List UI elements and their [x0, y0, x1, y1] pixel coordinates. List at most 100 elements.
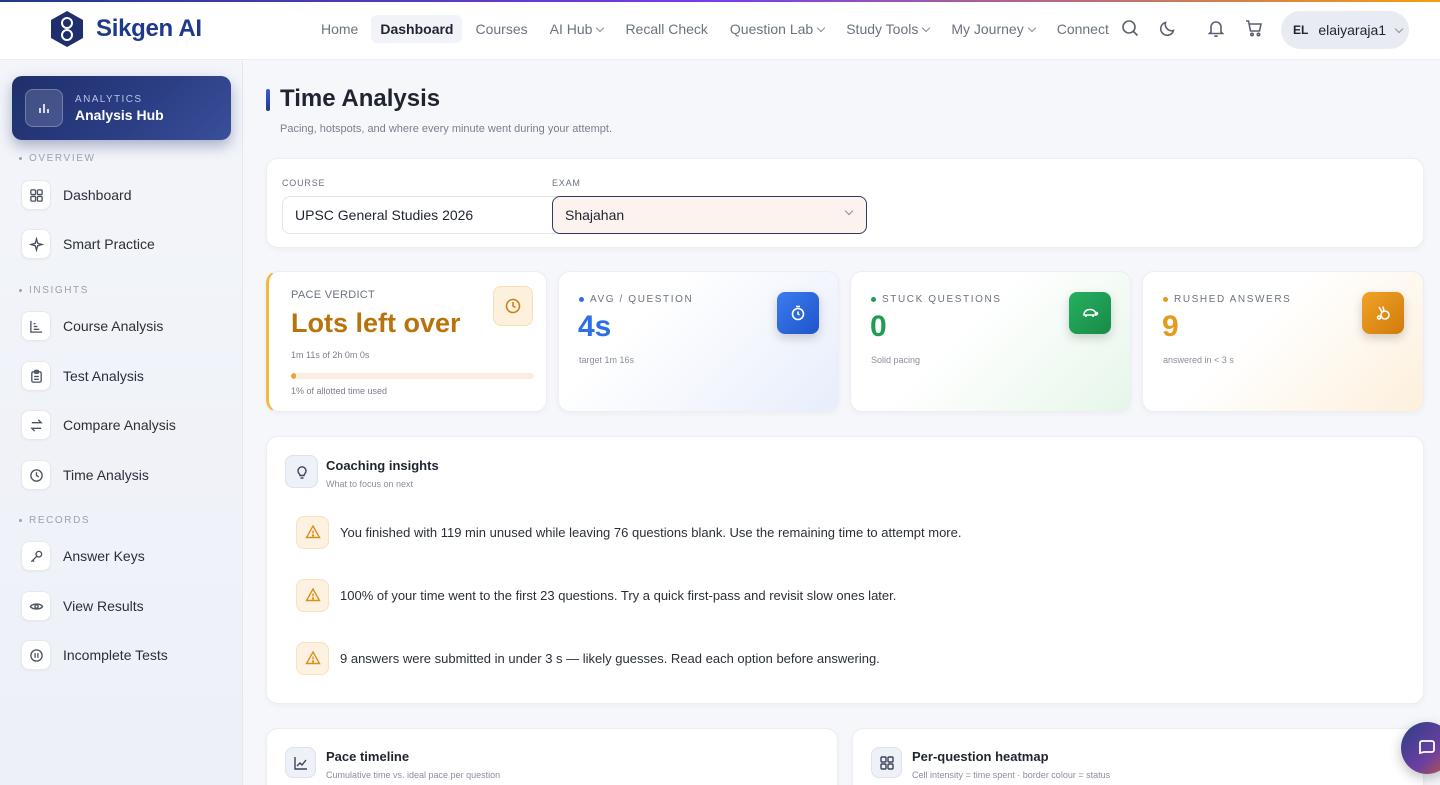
sidebar-item-label: Time Analysis — [63, 467, 149, 483]
nav-recall-check[interactable]: Recall Check — [616, 15, 716, 43]
stuck-kicker: STUCK QUESTIONS — [871, 294, 1002, 305]
swap-icon — [21, 410, 51, 440]
sidebar-item-test-analysis[interactable]: Test Analysis — [21, 359, 231, 393]
section-insights: INSIGHTS — [19, 285, 89, 296]
section-dot — [19, 519, 22, 522]
chat-icon — [1419, 740, 1435, 755]
nav-label: Home — [321, 21, 359, 37]
sidebar-item-answer-keys[interactable]: Answer Keys — [21, 539, 231, 573]
title-accent-bar — [266, 89, 270, 111]
insight-text: 9 answers were submitted in under 3 s — … — [340, 650, 880, 666]
heatmap-subtitle: Cell intensity = time spent · border col… — [912, 770, 1111, 780]
clock-icon — [21, 460, 51, 490]
user-menu[interactable]: EL elaiyaraja1 — [1281, 11, 1409, 49]
nav-label: My Journey — [951, 21, 1024, 37]
nav-study-tools[interactable]: Study Tools — [837, 15, 938, 43]
sidebar-item-label: Dashboard — [63, 187, 132, 203]
avg-note: target 1m 16s — [579, 355, 635, 365]
section-label: RECORDS — [29, 515, 91, 526]
top-navbar: Sikgen AI Home Dashboard Courses AI Hub … — [0, 0, 1440, 60]
moon-icon[interactable] — [1158, 18, 1178, 38]
pace-verdict-card: PACE VERDICT Lots left over 1m 11s of 2h… — [266, 271, 547, 412]
status-dot — [871, 297, 876, 302]
avg-kicker: AVG / QUESTION — [579, 294, 693, 305]
rushed-kicker-text: RUSHED ANSWERS — [1174, 294, 1292, 305]
sidebar-item-time-analysis[interactable]: Time Analysis — [21, 458, 231, 492]
sidebar-item-view-results[interactable]: View Results — [21, 589, 231, 623]
insight-item: 100% of your time went to the first 23 q… — [296, 578, 896, 612]
verdict-meta: 1m 11s of 2h 0m 0s — [291, 350, 370, 360]
avatar: EL — [1293, 23, 1309, 37]
cart-icon[interactable] — [1244, 18, 1264, 38]
turtle-icon — [1069, 292, 1111, 334]
rabbit-icon — [1362, 292, 1404, 334]
sidebar-item-label: Incomplete Tests — [63, 647, 168, 663]
sidebar-item-compare-analysis[interactable]: Compare Analysis — [21, 408, 231, 442]
main-nav: Home Dashboard Courses AI Hub Recall Che… — [312, 15, 1118, 43]
grid-icon — [21, 180, 51, 210]
stopwatch-icon — [777, 292, 819, 334]
pause-circle-icon — [21, 640, 51, 670]
analysis-hub-card[interactable]: ANALYTICS Analysis Hub — [12, 76, 231, 140]
hub-kicker: ANALYTICS — [75, 93, 143, 105]
sparkle-icon — [21, 229, 51, 259]
course-label: COURSE — [282, 178, 326, 188]
insight-text: 100% of your time went to the first 23 q… — [340, 587, 897, 603]
nav-dashboard[interactable]: Dashboard — [371, 15, 463, 43]
section-dot — [19, 157, 22, 160]
hub-title: Analysis Hub — [75, 106, 164, 123]
nav-my-journey[interactable]: My Journey — [942, 15, 1043, 43]
search-icon[interactable] — [1120, 18, 1140, 38]
section-dot — [19, 289, 22, 292]
line-chart-icon — [21, 311, 51, 341]
bell-icon[interactable] — [1206, 18, 1226, 38]
status-dot — [1163, 297, 1168, 302]
bar-chart-icon — [25, 89, 63, 127]
nav-question-lab[interactable]: Question Lab — [721, 15, 833, 43]
nav-home[interactable]: Home — [312, 15, 367, 43]
exam-label: EXAM — [552, 178, 581, 188]
trend-chart-icon — [285, 747, 316, 778]
sidebar-item-smart-practice[interactable]: Smart Practice — [21, 227, 231, 261]
warning-icon — [296, 578, 329, 612]
sidebar-item-label: Test Analysis — [63, 368, 144, 384]
section-overview: OVERVIEW — [19, 153, 96, 164]
coaching-insights-card: Coaching insights What to focus on next … — [266, 436, 1424, 704]
key-icon — [21, 541, 51, 571]
verdict-kicker: PACE VERDICT — [291, 289, 376, 301]
sidebar-item-dashboard[interactable]: Dashboard — [21, 178, 231, 212]
nav-connect[interactable]: Connect — [1048, 15, 1118, 43]
grid-icon — [871, 747, 902, 778]
rushed-note: answered in < 3 s — [1163, 355, 1234, 365]
sidebar-item-label: Compare Analysis — [63, 417, 176, 433]
nav-ai-hub[interactable]: AI Hub — [541, 15, 613, 43]
brand[interactable]: Sikgen AI — [48, 10, 202, 48]
timeline-title: Pace timeline — [326, 749, 410, 764]
sidebar: ANALYTICS Analysis Hub OVERVIEW Dashboar… — [0, 61, 243, 785]
insight-item: 9 answers were submitted in under 3 s — … — [296, 641, 880, 675]
filter-card: COURSE UPSC General Studies 2026 EXAM Sh… — [266, 158, 1424, 248]
chevron-down-icon — [1027, 23, 1036, 32]
stuck-kicker-text: STUCK QUESTIONS — [882, 294, 1002, 305]
insight-item: You finished with 119 min unused while l… — [296, 515, 961, 549]
section-records: RECORDS — [19, 515, 90, 526]
sidebar-item-label: Smart Practice — [63, 236, 155, 252]
verdict-title: Lots left over — [291, 308, 461, 338]
user-name: elaiyaraja1 — [1318, 22, 1387, 38]
nav-label: Recall Check — [625, 21, 708, 37]
nav-label: Connect — [1056, 21, 1109, 37]
timeline-subtitle: Cumulative time vs. ideal pace per quest… — [326, 770, 501, 780]
sidebar-item-course-analysis[interactable]: Course Analysis — [21, 309, 231, 343]
rushed-kicker: RUSHED ANSWERS — [1163, 294, 1291, 305]
insight-text: You finished with 119 min unused while l… — [340, 524, 962, 540]
nav-label: Question Lab — [729, 21, 814, 37]
lightbulb-icon — [285, 455, 318, 488]
exam-select[interactable]: Shajahan — [552, 196, 867, 234]
heatmap-title: Per-question heatmap — [912, 749, 1049, 764]
nav-courses[interactable]: Courses — [466, 15, 536, 43]
avg-kicker-text: AVG / QUESTION — [590, 294, 694, 305]
top-actions — [1120, 18, 1264, 38]
nav-label: Dashboard — [380, 21, 454, 37]
sidebar-item-incomplete-tests[interactable]: Incomplete Tests — [21, 638, 231, 672]
avg-value: 4s — [578, 310, 612, 343]
